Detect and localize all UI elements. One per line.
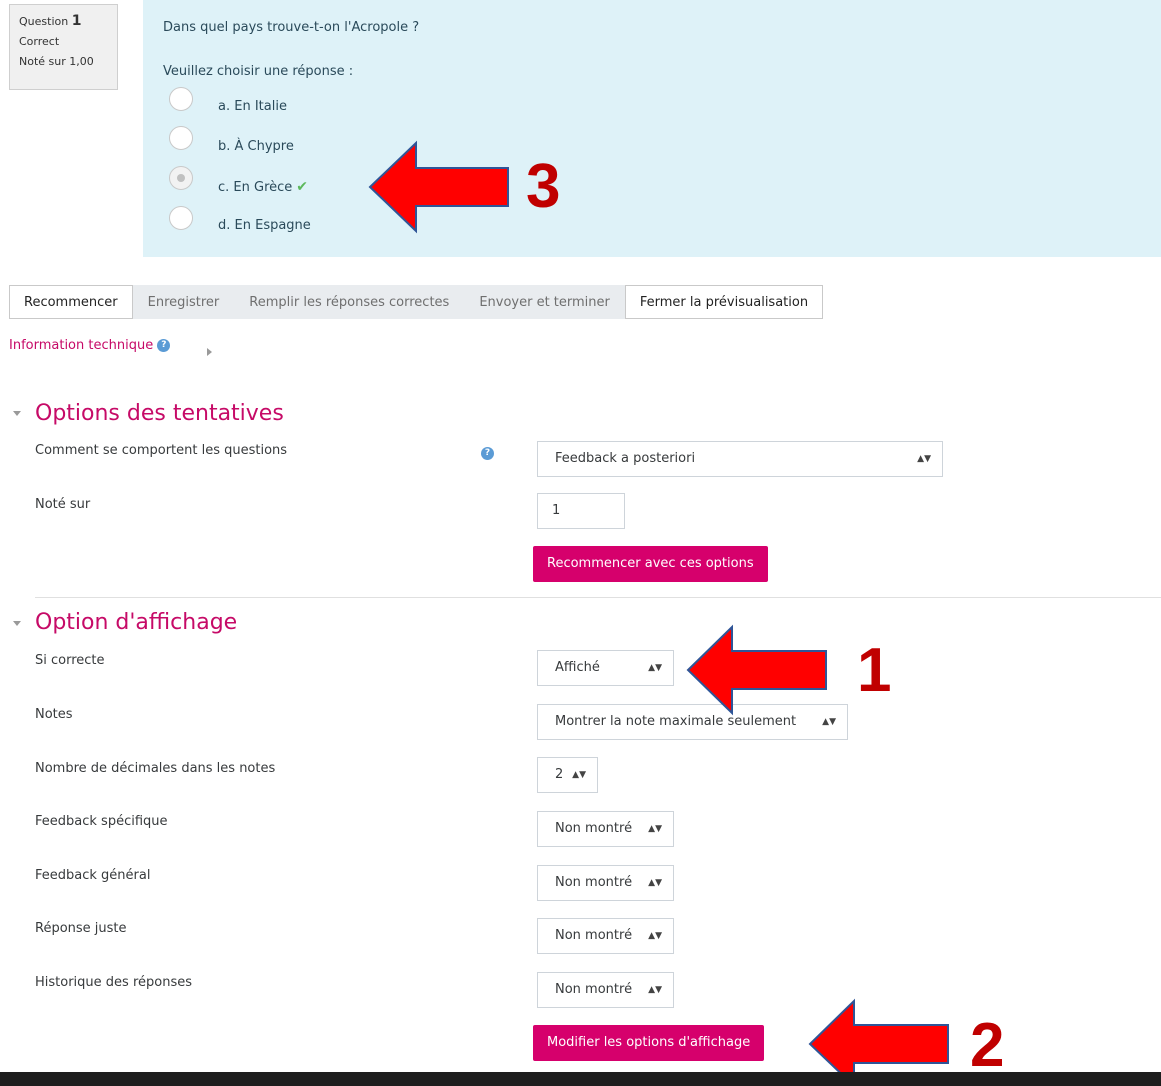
question-info-box: Question 1 Correct Noté sur 1,00 bbox=[9, 4, 118, 90]
answer-c-label[interactable]: c. En Grèce bbox=[218, 180, 292, 195]
marked-out-of-label: Noté sur bbox=[35, 497, 91, 512]
save-button[interactable]: Enregistrer bbox=[132, 285, 235, 319]
select-arrows-icon: ▲▼ bbox=[572, 770, 586, 780]
help-icon[interactable]: ? bbox=[157, 339, 171, 352]
answer-b-label[interactable]: b. À Chypre bbox=[218, 139, 294, 154]
help-icon[interactable]: ? bbox=[481, 447, 494, 460]
annotation-number-3: 3 bbox=[526, 152, 561, 221]
select-value[interactable]: Non montré bbox=[555, 875, 632, 890]
question-label: Question bbox=[19, 15, 69, 28]
select-value[interactable]: Montrer la note maximale seulement bbox=[555, 714, 796, 729]
update-display-options-button[interactable]: Modifier les options d'affichage bbox=[533, 1025, 765, 1061]
display-row-label: Historique des réponses bbox=[35, 975, 192, 990]
technical-info-link[interactable]: Information technique ? bbox=[9, 338, 171, 353]
question-text: Dans quel pays trouve-t-on l'Acropole ? bbox=[163, 20, 420, 35]
collapse-caret-icon[interactable] bbox=[13, 411, 21, 416]
red-arrow-1 bbox=[686, 624, 827, 716]
select-arrows-icon: ▲▼ bbox=[648, 985, 662, 995]
answer-prompt: Veuillez choisir une réponse : bbox=[163, 64, 354, 79]
preview-button-row: Recommencer Enregistrer Remplir les répo… bbox=[9, 285, 824, 319]
select-value[interactable]: Non montré bbox=[555, 928, 632, 943]
bottom-dark-bar bbox=[0, 1072, 1161, 1086]
specific-feedback-select[interactable]: Non montré ▲▼ bbox=[537, 811, 674, 847]
display-row-label: Feedback spécifique bbox=[35, 814, 168, 829]
display-row-label: Notes bbox=[35, 707, 73, 722]
display-row-label: Feedback général bbox=[35, 868, 151, 883]
annotation-number-1: 1 bbox=[857, 636, 892, 705]
answer-d-radio[interactable] bbox=[169, 206, 193, 230]
question-state: Correct bbox=[19, 35, 60, 48]
answer-c-item[interactable]: c. En Grèce ✔ bbox=[218, 179, 308, 195]
select-arrows-icon: ▲▼ bbox=[648, 663, 662, 673]
question-number: 1 bbox=[71, 13, 82, 29]
answer-c-radio[interactable] bbox=[169, 166, 193, 190]
expand-caret-icon[interactable] bbox=[207, 348, 212, 356]
display-options-title[interactable]: Option d'affichage bbox=[35, 610, 237, 635]
select-value[interactable]: Non montré bbox=[555, 982, 632, 997]
answer-a-label[interactable]: a. En Italie bbox=[218, 99, 287, 114]
close-preview-button[interactable]: Fermer la prévisualisation bbox=[624, 285, 824, 319]
submit-finish-button[interactable]: Envoyer et terminer bbox=[464, 285, 625, 319]
correct-check-icon: ✔ bbox=[296, 179, 309, 195]
annotation-number-2: 2 bbox=[970, 1011, 1005, 1080]
select-arrows-icon: ▲▼ bbox=[917, 454, 931, 464]
collapse-caret-icon[interactable] bbox=[13, 621, 21, 626]
response-history-select[interactable]: Non montré ▲▼ bbox=[537, 972, 674, 1008]
behaviour-select[interactable]: Feedback a posteriori ▲▼ bbox=[537, 441, 943, 477]
answer-b-radio[interactable] bbox=[169, 126, 193, 150]
display-row-label: Si correcte bbox=[35, 653, 105, 668]
behaviour-label: Comment se comportent les questions bbox=[35, 443, 288, 458]
if-correct-select[interactable]: Affiché ▲▼ bbox=[537, 650, 674, 686]
marked-out-of-input[interactable]: 1 bbox=[537, 493, 625, 529]
general-feedback-select[interactable]: Non montré ▲▼ bbox=[537, 865, 674, 901]
select-arrows-icon: ▲▼ bbox=[648, 824, 662, 834]
question-mark: Noté sur 1,00 bbox=[19, 55, 94, 68]
select-value[interactable]: 2 bbox=[555, 767, 563, 782]
section-divider bbox=[35, 597, 1161, 598]
answer-a-radio[interactable] bbox=[169, 87, 193, 111]
answer-d-label[interactable]: d. En Espagne bbox=[218, 218, 311, 233]
technical-info-label[interactable]: Information technique bbox=[9, 338, 153, 353]
select-value[interactable]: Affiché bbox=[555, 660, 600, 675]
restart-button[interactable]: Recommencer bbox=[9, 285, 133, 319]
right-answer-select[interactable]: Non montré ▲▼ bbox=[537, 918, 674, 954]
decimal-places-select[interactable]: 2 ▲▼ bbox=[537, 757, 598, 793]
attempt-options-title[interactable]: Options des tentatives bbox=[35, 401, 284, 426]
select-value[interactable]: Non montré bbox=[555, 821, 632, 836]
select-arrows-icon: ▲▼ bbox=[648, 931, 662, 941]
display-row-label: Nombre de décimales dans les notes bbox=[35, 761, 276, 776]
behaviour-select-value[interactable]: Feedback a posteriori bbox=[555, 451, 695, 466]
red-arrow-3 bbox=[368, 140, 509, 234]
restart-with-options-button[interactable]: Recommencer avec ces options bbox=[533, 546, 768, 582]
select-arrows-icon: ▲▼ bbox=[648, 878, 662, 888]
display-row-label: Réponse juste bbox=[35, 921, 127, 936]
fill-correct-button[interactable]: Remplir les réponses correctes bbox=[234, 285, 465, 319]
